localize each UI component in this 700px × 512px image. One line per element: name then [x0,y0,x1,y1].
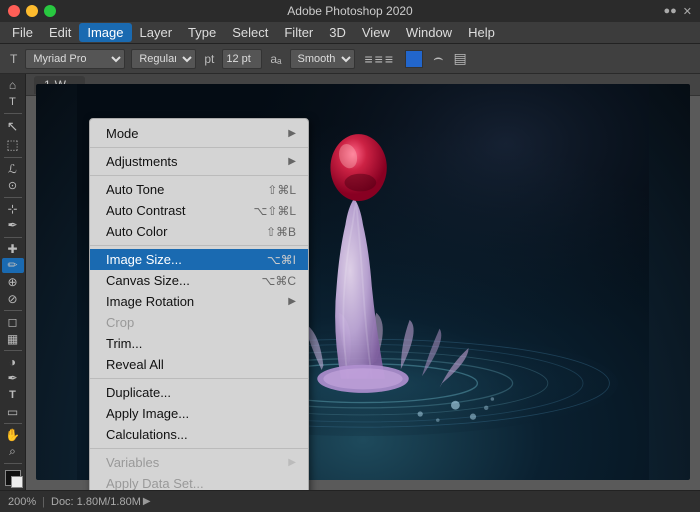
tool-separator-6 [4,350,22,351]
align-center-icon[interactable]: ≡ [375,51,383,67]
menu-view[interactable]: View [354,23,398,42]
menu-edit[interactable]: Edit [41,23,79,42]
menu-trim-item[interactable]: Trim... [90,333,308,354]
window-controls[interactable] [8,5,56,17]
menu-calculations-item[interactable]: Calculations... [90,424,308,445]
quick-select-tool[interactable]: ⊙ [2,178,24,193]
dd-sep-5 [90,448,308,449]
menu-file[interactable]: File [4,23,41,42]
tool-separator-7 [4,423,22,424]
app-title: Adobe Photoshop 2020 [287,4,412,18]
menu-window[interactable]: Window [398,23,460,42]
menu-apply-data-set-item: Apply Data Set... [90,473,308,490]
color-swatch[interactable] [405,50,423,68]
menu-auto-contrast-item[interactable]: Auto Contrast ⌥⇧⌘L [90,200,308,221]
menu-mode-item[interactable]: Mode ▶ [90,123,308,144]
dd-sep-4 [90,378,308,379]
menu-crop-item: Crop [90,312,308,333]
dodge-tool[interactable]: ◑ [2,355,24,370]
main-area: ⌂ T ↖ ⬚ ℒ ⊙ ⊹ ✒ ✚ ✏ ⊕ ⊘ ◻ ▦ ◑ ✒ T ▭ ✋ ⌕ [0,74,700,490]
character-panel-icon[interactable]: ▤ [454,50,467,67]
menu-select[interactable]: Select [224,23,276,42]
color-swatches [5,470,21,486]
align-group: ≡ ≡ ≡ [365,51,394,67]
menu-3d[interactable]: 3D [321,23,354,42]
eraser-tool[interactable]: ◻ [2,315,24,330]
warp-text-icon[interactable]: ⌢ [433,50,444,68]
menu-auto-tone-item[interactable]: Auto Tone ⇧⌘L [90,179,308,200]
type-tool-btn[interactable]: T [2,95,24,110]
align-right-icon[interactable]: ≡ [385,51,393,67]
dd-sep-1 [90,147,308,148]
menu-layer[interactable]: Layer [132,23,181,42]
zoom-tool[interactable]: ⌕ [2,444,24,459]
image-dropdown-menu: Mode ▶ Adjustments ▶ Auto Tone ⇧⌘L Auto … [89,118,309,490]
hand-tool[interactable]: ✋ [2,428,24,443]
menu-variables-item: Variables ▶ [90,452,308,473]
minimize-button[interactable] [26,5,38,17]
font-size-input[interactable] [222,49,262,69]
maximize-button[interactable] [44,5,56,17]
tool-separator-1 [4,113,22,114]
menu-image[interactable]: Image [79,23,131,42]
brush-tool[interactable]: ✏ [2,258,24,273]
tool-separator-2 [4,157,22,158]
shape-tool[interactable]: ▭ [2,404,24,419]
tool-separator-5 [4,310,22,311]
crop-tool[interactable]: ⊹ [2,202,24,217]
menu-apply-image-item[interactable]: Apply Image... [90,403,308,424]
move-tool[interactable]: ↖ [2,118,24,135]
history-tool[interactable]: ⊘ [2,291,24,306]
menu-canvas-size-item[interactable]: Canvas Size... ⌥⌘C [90,270,308,291]
text-tool[interactable]: T [2,388,24,403]
zoom-level: 200% [8,496,36,508]
menu-filter[interactable]: Filter [276,23,321,42]
pen-tool[interactable]: ✒ [2,371,24,386]
marquee-tool[interactable]: ⬚ [2,137,24,153]
home-tool[interactable]: ⌂ [2,78,24,93]
font-style-select[interactable]: Regular [131,49,196,69]
gradient-tool[interactable]: ▦ [2,331,24,346]
menu-image-size-item[interactable]: Image Size... ⌥⌘I [90,249,308,270]
clone-tool[interactable]: ⊕ [2,275,24,290]
font-family-select[interactable]: Myriad Pro [25,49,125,69]
lasso-tool[interactable]: ℒ [2,162,24,177]
title-bar: Adobe Photoshop 2020 ●● ✕ [0,0,700,22]
type-icon: T [8,52,19,66]
eyedropper-tool[interactable]: ✒ [2,218,24,233]
doc-info: Doc: 1.80M/1.80M [51,496,141,508]
title-bar-right: ●● ✕ [663,5,692,18]
close-button[interactable] [8,5,20,17]
status-bar: 200% | Doc: 1.80M/1.80M ▶ [0,490,700,512]
status-separator: | [42,496,45,508]
menu-reveal-all-item[interactable]: Reveal All [90,354,308,375]
tool-separator-4 [4,237,22,238]
antialiasing-select[interactable]: Smooth [290,49,355,69]
foreground-color[interactable] [5,470,21,486]
menu-auto-color-item[interactable]: Auto Color ⇧⌘B [90,221,308,242]
tool-separator-8 [4,463,22,464]
menu-type[interactable]: Type [180,23,224,42]
background-color[interactable] [11,476,23,488]
options-bar: T Myriad Pro Regular pt aₐ Smooth ≡ ≡ ≡ … [0,44,700,74]
left-toolbar: ⌂ T ↖ ⬚ ℒ ⊙ ⊹ ✒ ✚ ✏ ⊕ ⊘ ◻ ▦ ◑ ✒ T ▭ ✋ ⌕ [0,74,26,490]
menu-help[interactable]: Help [460,23,503,42]
canvas-area: 1-W... [26,74,700,490]
menu-image-rotation-item[interactable]: Image Rotation ▶ [90,291,308,312]
doc-arrow[interactable]: ▶ [143,496,151,507]
menu-bar: File Edit Image Layer Type Select Filter… [0,22,700,44]
align-left-icon[interactable]: ≡ [365,51,373,67]
menu-adjustments-item[interactable]: Adjustments ▶ [90,151,308,172]
menu-duplicate-item[interactable]: Duplicate... [90,382,308,403]
dd-sep-2 [90,175,308,176]
dd-sep-3 [90,245,308,246]
healing-tool[interactable]: ✚ [2,241,24,256]
font-size-icon: pt [202,52,216,66]
tool-separator-3 [4,197,22,198]
aa-icon: aₐ [268,52,283,66]
